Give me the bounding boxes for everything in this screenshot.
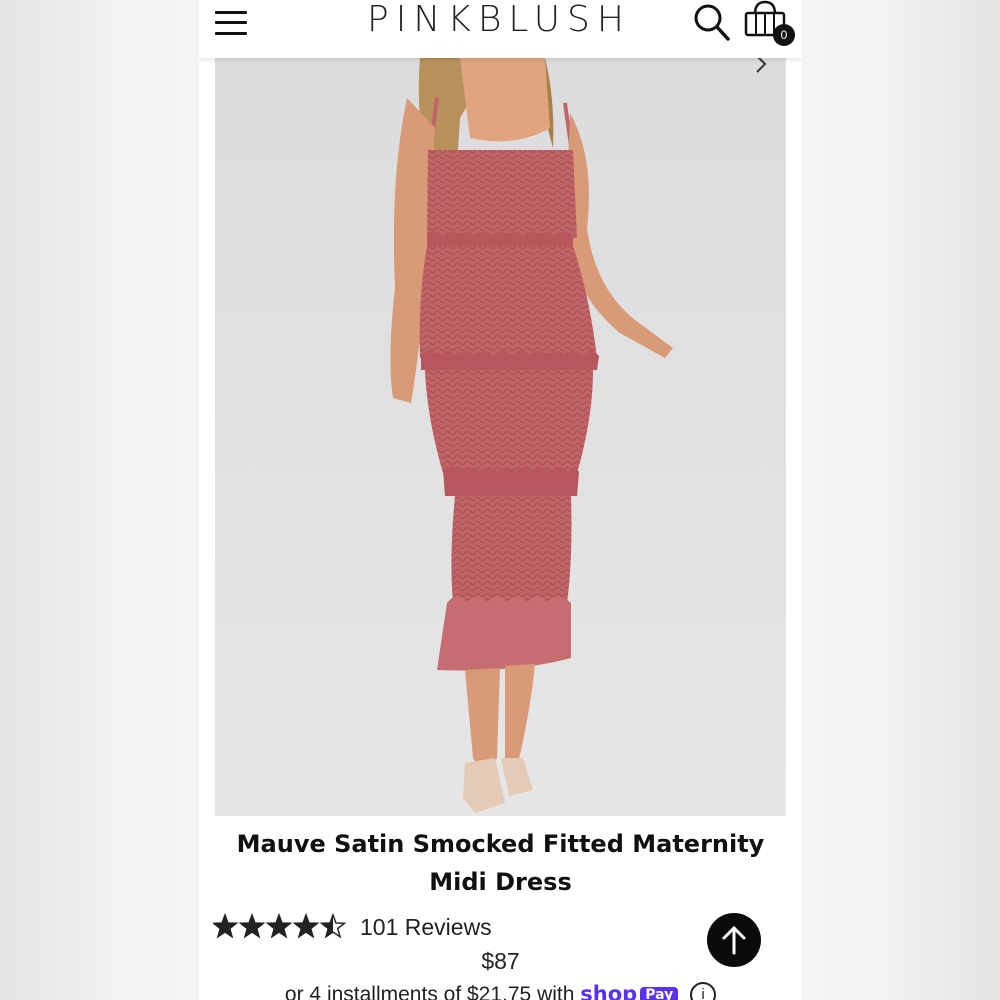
shop-pay-logo[interactable]: shop Pay	[580, 982, 679, 1000]
shop-pay-label: shop	[580, 982, 638, 1000]
installments-info: or 4 installments of $21.75 with shop Pay…	[199, 982, 802, 1000]
product-image[interactable]	[215, 58, 786, 816]
installments-text: or 4 installments of $21.75 with	[284, 983, 575, 1000]
mobile-screen: PINKBLUSH 0 Mauve Satin Smocked Fitted M…	[199, 0, 802, 1000]
brand-logo[interactable]: PINKBLUSH	[309, 0, 689, 40]
star-icon	[238, 912, 266, 939]
star-icon	[265, 912, 293, 939]
reviews-link[interactable]: 101 Reviews	[360, 914, 492, 941]
star-icon	[319, 912, 347, 939]
product-title: Mauve Satin Smocked Fitted Maternity Mid…	[236, 830, 765, 896]
hamburger-icon[interactable]	[215, 8, 249, 38]
cart-count-badge: 0	[773, 24, 795, 46]
info-icon[interactable]: i	[690, 982, 717, 1000]
shop-pay-badge: Pay	[640, 987, 679, 1000]
star-icon	[213, 912, 239, 939]
star-rating[interactable]	[213, 912, 348, 942]
star-icon	[292, 912, 320, 939]
search-icon[interactable]	[693, 2, 731, 42]
product-price: $87	[481, 948, 520, 974]
site-header: PINKBLUSH 0	[199, 0, 802, 58]
